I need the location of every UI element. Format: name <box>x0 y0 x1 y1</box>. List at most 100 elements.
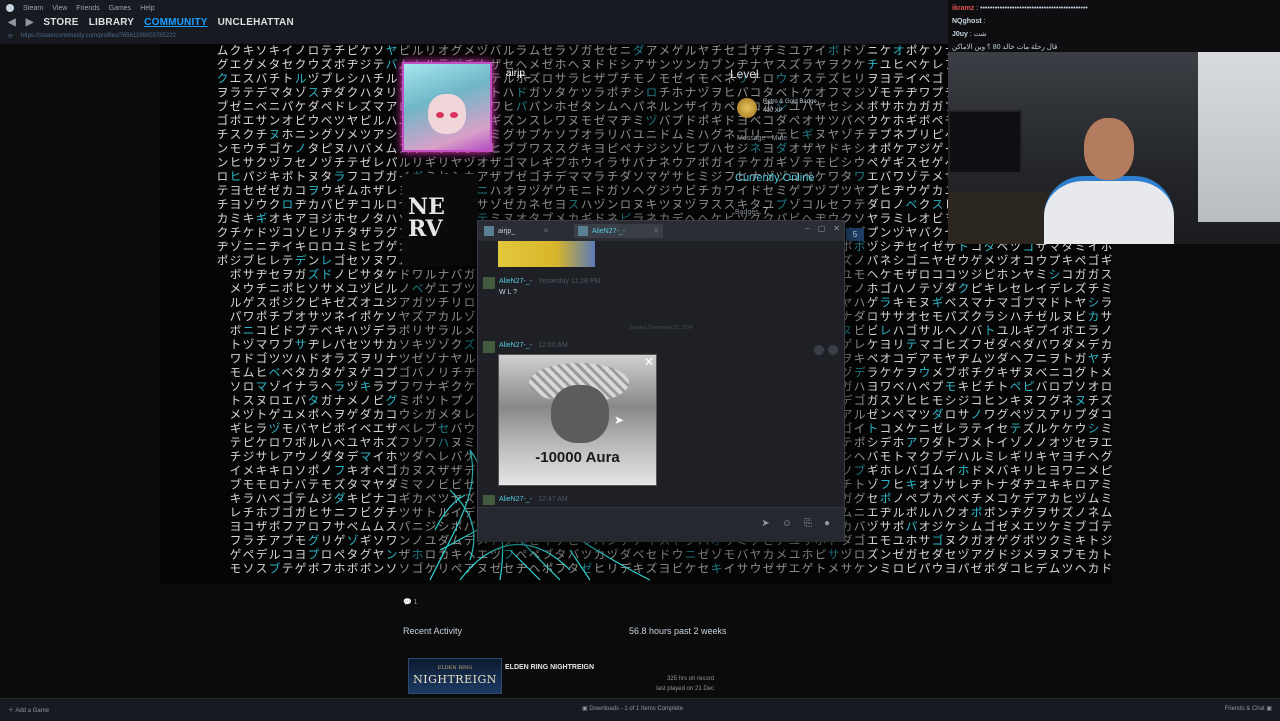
profile-name: airjp_ <box>506 68 531 79</box>
game-name-link[interactable]: ELDEN RING NIGHTREIGN <box>505 664 594 671</box>
game-last-played: last played on 21 Dec <box>656 686 714 692</box>
forward-arrow-icon[interactable]: ▶ <box>26 17 34 28</box>
chat-input-buttons: ➤ ☺ ⎘ ● <box>761 518 830 529</box>
featured-badge-icon[interactable] <box>737 98 757 118</box>
close-tab-icon[interactable]: ✕ <box>653 227 659 235</box>
nerv-logo-text: NE RV <box>408 194 445 242</box>
add-game-button[interactable]: ＋ Add a Game <box>8 705 49 714</box>
comment-count[interactable]: 💬 1 <box>403 598 418 606</box>
message-time: 12:00 AM <box>538 342 568 349</box>
streamer-webcam <box>948 52 1280 244</box>
tab-avatar <box>578 226 588 236</box>
meme-caption: -10000 Aura <box>535 449 620 466</box>
url-text: https://steamcommunity.com/profiles/7656… <box>21 33 176 39</box>
chat-tab-label: AlieN27-_- <box>592 227 626 235</box>
mouse-cursor-icon: ➤ <box>614 413 625 427</box>
back-arrow-icon[interactable]: ◀ <box>8 17 16 28</box>
react-emoji-icon[interactable] <box>814 345 824 355</box>
nerv-logo: NE RV <box>402 174 478 266</box>
avatar-eye-icon <box>436 112 444 118</box>
badges-count: 7 <box>762 206 769 217</box>
webcam-monitor <box>948 110 1022 174</box>
message-avatar <box>483 495 495 505</box>
chat-tab-alien27[interactable]: AlieN27-_- ✕ <box>574 224 663 238</box>
stream-chat-text: قال رحلة مات خالد 80 ؟ وين الاماكن <box>952 44 1058 51</box>
chat-window-controls: – ▢ ✕ <box>805 224 840 233</box>
minimize-icon[interactable]: – <box>805 224 809 233</box>
comment-icon: 💬 <box>403 599 412 606</box>
steam-menu: Steam View Friends Games Help <box>6 4 155 12</box>
count-box[interactable]: 5 <box>846 228 864 241</box>
stream-chat-user: J0uy <box>952 31 968 38</box>
more-options-icon[interactable] <box>828 345 838 355</box>
message-text: W L ? <box>499 289 518 296</box>
message-avatar <box>483 277 495 289</box>
main-nav: ◀ ▶ STORE LIBRARY COMMUNITY UNCLEHATTAN <box>8 17 294 28</box>
message-mute-links[interactable]: Message · Mute <box>737 135 787 142</box>
menu-friends[interactable]: Friends <box>76 5 99 12</box>
attach-icon[interactable]: ⎘ <box>804 518 812 529</box>
comment-count-value: 1 <box>413 599 418 606</box>
stream-chat-user: NQghost <box>952 18 982 25</box>
author-name[interactable]: AlieN27-_- <box>499 496 532 503</box>
stream-chat-text: : شت <box>969 31 987 38</box>
online-status: Currently Online <box>735 172 815 184</box>
chat-history[interactable]: AlieN27-_- Yesterday 11:28 PM W L ? Sunda… <box>478 241 844 505</box>
chat-input-field[interactable]: ➤ ☺ ⎘ ● <box>478 507 844 542</box>
date-divider: Sunday, December 22, 2024 <box>629 325 693 331</box>
chat-tabs: airjp_ ✕ AlieN27-_- ✕ – ▢ ✕ <box>478 221 844 241</box>
message-author: AlieN27-_- 12:00 AM <box>499 342 568 349</box>
stream-chat-overlay: ikramz : •••••••••••••••••••••••••••••••… <box>948 0 1280 52</box>
close-image-icon[interactable]: ✕ <box>644 355 654 369</box>
avatar-face <box>428 94 466 134</box>
menu-games[interactable]: Games <box>109 5 132 12</box>
maximize-icon[interactable]: ▢ <box>818 224 826 233</box>
stream-chat-line: NQghost : <box>952 15 1276 28</box>
url-bar[interactable]: ⟳ https://steamcommunity.com/profiles/76… <box>8 33 176 40</box>
downloads-status[interactable]: ▣ Downloads - 1 of 1 Items Complete <box>582 705 683 712</box>
message-author: AlieN27-_- Yesterday 11:28 PM <box>499 278 600 285</box>
webcam-streamer <box>1044 118 1174 244</box>
nav-library[interactable]: LIBRARY <box>89 17 134 28</box>
nav-store[interactable]: STORE <box>43 17 78 28</box>
chat-tab-label: airjp_ <box>498 227 516 235</box>
featured-badge-info: Retro & Gold Badge 400 XP <box>763 98 817 116</box>
message-time: Yesterday 11:28 PM <box>538 278 601 285</box>
previous-image-attachment[interactable] <box>498 241 595 267</box>
nav-community[interactable]: COMMUNITY <box>144 17 207 28</box>
meme-image-attachment[interactable]: -10000 Aura ✕ <box>498 354 657 486</box>
author-name[interactable]: AlieN27-_- <box>499 278 532 285</box>
streamer-head <box>1084 118 1134 180</box>
steam-logo-icon <box>6 4 14 12</box>
friends-chat-button[interactable]: Friends & Chat ▣ <box>1225 705 1272 712</box>
send-icon[interactable]: ➤ <box>761 518 769 529</box>
emoticon-icon[interactable]: ☺ <box>782 518 792 529</box>
message-avatar <box>483 341 495 353</box>
badges-link[interactable]: Badges 7 <box>735 206 768 217</box>
message-actions <box>814 345 838 355</box>
capsule-title: NIGHTREIGN <box>413 673 497 686</box>
capsule-subtitle: ELDEN RING <box>437 665 473 671</box>
profile-avatar[interactable] <box>402 62 492 152</box>
nav-username[interactable]: UNCLEHATTAN <box>218 17 294 28</box>
close-tab-icon[interactable]: ✕ <box>543 227 549 235</box>
avatar-eye-icon <box>450 112 458 118</box>
downloads-label: Downloads - 1 of 1 Items Complete <box>589 706 684 712</box>
game-capsule-image[interactable]: ELDEN RING NIGHTREIGN <box>408 658 502 694</box>
add-game-label: Add a Game <box>15 708 50 714</box>
badge-xp: 400 XP <box>763 108 783 114</box>
refresh-icon[interactable]: ⟳ <box>8 33 13 40</box>
friends-chat-label: Friends & Chat <box>1224 706 1265 712</box>
friends-chat-window: airjp_ ✕ AlieN27-_- ✕ – ▢ ✕ AlieN27-_- Ye… <box>477 220 845 542</box>
menu-steam[interactable]: Steam <box>23 5 43 12</box>
stream-chat-line: ikramz : •••••••••••••••••••••••••••••••… <box>952 2 1276 15</box>
close-icon[interactable]: ✕ <box>833 224 840 233</box>
message-time: 12:47 AM <box>538 496 568 503</box>
stream-chat-line: J0uy : شت <box>952 28 1276 41</box>
menu-help[interactable]: Help <box>140 5 154 12</box>
menu-view[interactable]: View <box>52 5 67 12</box>
chat-tab-airjp[interactable]: airjp_ ✕ <box>480 224 553 238</box>
author-name[interactable]: AlieN27-_- <box>499 342 532 349</box>
message-author: AlieN27-_- 12:47 AM <box>499 496 568 503</box>
voice-icon[interactable]: ● <box>824 518 830 529</box>
